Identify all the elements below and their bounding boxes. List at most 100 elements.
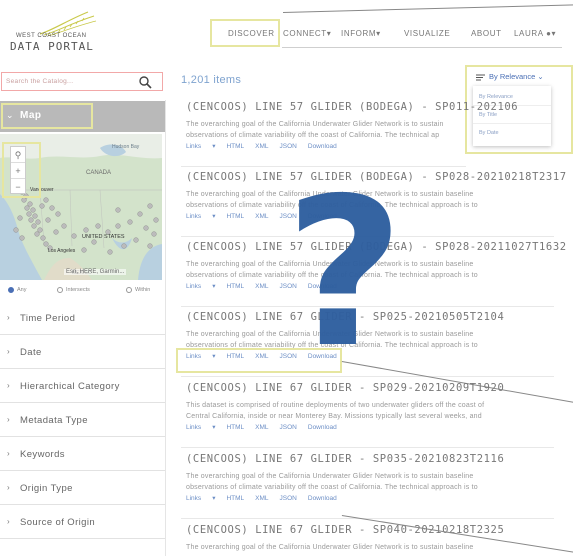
links-menu[interactable]: Links ▾ [186,424,215,431]
nav-user-label: LAURA [514,29,544,38]
result-description: The overarching goal of the California U… [186,471,531,493]
links-menu-label: Links [186,143,202,150]
sort-selected-label: By Relevance [489,72,536,81]
header: WEST COAST OCEAN DATA PORTAL DISCOVER CO… [0,0,573,62]
download-link[interactable]: Download [308,495,337,502]
links-menu[interactable]: Links ▾ [186,495,215,502]
nav-inform-label: INFORM [341,29,377,38]
xml-link[interactable]: XML [255,213,268,220]
facet-label: Keywords [20,449,65,460]
radio-within-label: Within [135,287,151,293]
result-links: Links ▾ HTML XML JSON Download [186,423,348,431]
zoom-out-button[interactable]: − [11,179,25,195]
nav-user[interactable]: LAURA ●▾ [514,29,556,38]
links-menu[interactable]: Links ▾ [186,213,215,220]
facet-date[interactable]: › Date [0,336,165,369]
result-description-line: observations of climate variability off … [186,132,440,139]
json-link[interactable]: JSON [280,495,297,502]
json-link[interactable]: JSON [280,143,297,150]
nav-discover[interactable]: DISCOVER [228,29,275,38]
nav-connect[interactable]: CONNECT▾ [283,29,331,38]
search-input[interactable]: Search the Catalog... [6,78,73,85]
links-menu-label: Links [186,213,202,220]
facet-label: Date [20,347,42,358]
result-description-line: This dataset is comprised of routine dep… [186,402,485,409]
result-description-line: The overarching goal of the California U… [186,473,474,480]
xml-link[interactable]: XML [255,495,268,502]
map-attribution: Esri, HERE, Garmin... [64,269,127,275]
html-link[interactable]: HTML [226,495,244,502]
html-link[interactable]: HTML [226,283,244,290]
html-link[interactable]: HTML [226,424,244,431]
spatial-relation-radios: Any Intersects Within [0,286,165,298]
chevron-right-icon: › [7,449,10,458]
links-menu[interactable]: Links ▾ [186,143,215,150]
map-zoom-controls: ⚲ + − [10,146,26,194]
xml-link[interactable]: XML [255,424,268,431]
sort-option-relevance[interactable]: By Relevance [479,94,513,100]
result-title[interactable]: (CENCOOS) LINE 57 GLIDER (BODEGA) - SP01… [186,101,518,113]
chevron-down-icon: ▾ [551,29,557,38]
chevron-right-icon: › [7,415,10,424]
results-count: 1,201 items [181,74,242,86]
download-link[interactable]: Download [308,424,337,431]
result-links: Links ▾ HTML XML JSON Download [186,142,348,150]
facet-source-of-origin[interactable]: › Source of Origin [0,506,165,539]
result-item: (CENCOOS) LINE 67 GLIDER - SP035-2021082… [181,453,554,519]
result-description: The overarching goal of the California U… [186,542,531,553]
result-description-line: Central California, inside or near Monte… [186,413,482,420]
question-mark-overlay: ? [285,155,404,393]
nav-underline [282,47,562,48]
map-label-united-states: UNITED STATES [82,234,125,240]
callout-line [283,4,573,13]
radio-dot-icon [8,287,14,293]
magnifier-icon[interactable]: ⚲ [11,147,25,163]
logo[interactable]: WEST COAST OCEAN DATA PORTAL [8,10,98,54]
xml-link[interactable]: XML [255,283,268,290]
facet-time-period[interactable]: › Time Period [0,302,165,335]
links-menu-label: Links [186,495,202,502]
facet-label: Source of Origin [20,517,96,528]
chevron-right-icon: › [7,313,10,322]
nav-about[interactable]: ABOUT [471,29,502,38]
search-icon[interactable] [138,75,152,89]
facet-label: Origin Type [20,483,73,494]
html-link[interactable]: HTML [226,213,244,220]
radio-intersects-label: Intersects [66,287,90,293]
sort-lines-icon [476,74,485,81]
chevron-down-icon: ▾ [376,29,381,38]
facet-hierarchical-category[interactable]: › Hierarchical Category [0,370,165,403]
html-link[interactable]: HTML [226,143,244,150]
sidebar-divider [165,100,166,556]
radio-any[interactable]: Any [8,287,26,293]
download-link[interactable]: Download [308,143,337,150]
sort-option-date[interactable]: By Date [479,130,499,136]
facet-origin-type[interactable]: › Origin Type [0,472,165,505]
map-label-los-angeles: Los Angeles [48,248,76,254]
result-title[interactable]: (CENCOOS) LINE 67 GLIDER - SP035-2021082… [186,453,504,465]
search-bar[interactable]: Search the Catalog... [1,72,163,91]
zoom-in-button[interactable]: + [11,163,25,179]
nav-inform[interactable]: INFORM▾ [341,29,381,38]
links-menu-label: Links [186,283,202,290]
radio-dot-icon [57,287,63,293]
nav-connect-label: CONNECT [283,29,327,38]
facet-keywords[interactable]: › Keywords [0,438,165,471]
map-label-hudson-bay: Hudson Bay [112,144,140,150]
sort-menu-divider [473,123,551,124]
xml-link[interactable]: XML [255,143,268,150]
sort-dropdown[interactable]: By Relevance ⌄ [476,72,544,81]
chevron-right-icon: › [7,517,10,526]
radio-intersects[interactable]: Intersects [57,287,90,293]
radio-any-label: Any [17,287,27,293]
radio-within[interactable]: Within [126,287,150,293]
facet-metadata-type[interactable]: › Metadata Type [0,404,165,437]
nav-visualize[interactable]: VISUALIZE [404,29,450,38]
result-links: Links ▾ HTML XML JSON Download [186,494,348,502]
json-link[interactable]: JSON [280,424,297,431]
result-description-line: The overarching goal of the California U… [186,544,474,551]
chevron-down-icon: ▾ [326,29,332,38]
links-menu[interactable]: Links ▾ [186,283,215,290]
result-description: This dataset is comprised of routine dep… [186,400,531,422]
result-description-line: observations of climate variability off … [186,484,478,491]
